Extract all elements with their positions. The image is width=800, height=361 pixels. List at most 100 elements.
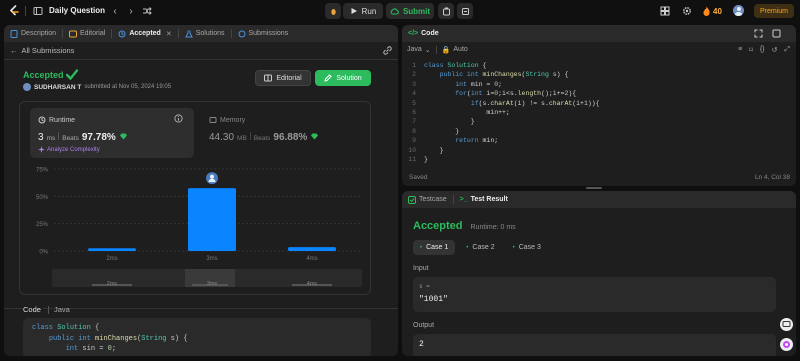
- bookmark-icon[interactable]: ⌑: [749, 46, 753, 54]
- language-select[interactable]: Java ⌄: [407, 46, 431, 54]
- tab-test-result[interactable]: >_ Test Result: [454, 191, 514, 208]
- tab-accepted[interactable]: Accepted ✕: [112, 25, 177, 42]
- problem-list-icon[interactable]: [33, 6, 43, 16]
- layout-icon[interactable]: [660, 6, 670, 16]
- runtime-beats-value: 97.78%: [81, 132, 116, 143]
- info-icon[interactable]: [174, 114, 183, 123]
- tab-accepted-label: Accepted: [129, 30, 161, 37]
- lock-icon: 🔒: [441, 46, 451, 54]
- editor-line[interactable]: 2 public int minChanges(String s) {: [402, 70, 796, 79]
- editor-statusbar: Saved Ln 4, Col 38: [402, 171, 796, 186]
- submitted-code: class Solution { public int minChanges(S…: [23, 318, 371, 356]
- editor-line[interactable]: 6 min++;: [402, 108, 796, 117]
- memory-beats-label: Beats: [253, 135, 271, 142]
- chart-bar[interactable]: [88, 248, 136, 251]
- braces-icon[interactable]: {}: [760, 46, 765, 53]
- book-icon: [264, 74, 273, 82]
- line-number: 6: [412, 108, 416, 116]
- case-tab-2[interactable]: • Case 2: [459, 240, 501, 255]
- editor-title: Code: [421, 30, 439, 37]
- tab-editorial[interactable]: Editorial: [63, 25, 111, 42]
- page-title[interactable]: Daily Question: [49, 6, 105, 15]
- leetcode-logo[interactable]: [8, 5, 20, 17]
- editorial-button[interactable]: Editorial: [255, 70, 311, 86]
- editor-line[interactable]: 10 }: [402, 146, 796, 155]
- runtime-distribution-chart: 75% 50% 25% 0% 2ms 3ms 4ms 2ms 3ms 4ms: [36, 168, 362, 287]
- output-label: Output: [413, 322, 435, 329]
- feedback-icon[interactable]: [780, 318, 793, 331]
- pass-dot-icon: •: [512, 244, 515, 251]
- timer-icon[interactable]: [438, 3, 454, 19]
- editor-line[interactable]: 1 class Solution {: [402, 61, 796, 70]
- editor-line[interactable]: 8 }: [402, 127, 796, 136]
- assistant-icon[interactable]: [780, 338, 793, 351]
- gem-icon: [119, 133, 127, 140]
- chart-bar[interactable]: [188, 188, 236, 251]
- result-tabbar: Testcase >_ Test Result: [402, 191, 796, 208]
- streak-count[interactable]: 40: [713, 7, 722, 16]
- editor-line[interactable]: 7 }: [402, 117, 796, 126]
- submit-button[interactable]: Submit: [386, 3, 434, 19]
- chevron-right-icon[interactable]: ›: [126, 6, 136, 17]
- navigator-label: 3ms: [207, 281, 218, 287]
- line-number: 8: [412, 127, 416, 135]
- analyze-label: Analyze Complexity: [47, 146, 100, 153]
- editor-line[interactable]: 11}: [402, 155, 796, 164]
- user-name[interactable]: SUDHARSAN T: [34, 84, 81, 91]
- back-link[interactable]: ← All Submissions: [10, 46, 74, 55]
- case-tab-1-label: Case 1: [426, 244, 449, 251]
- fullscreen-icon[interactable]: ⤢: [784, 46, 790, 54]
- input-var: s =: [419, 283, 430, 290]
- code-text: if(s.charAt(i) != s.charAt(i+1)){: [470, 99, 600, 107]
- solution-button[interactable]: Solution: [315, 70, 371, 86]
- chart-bar[interactable]: [288, 247, 336, 251]
- expand-icon[interactable]: [754, 29, 763, 38]
- shuffle-icon[interactable]: [142, 6, 152, 16]
- left-panel: Description Editorial Accepted ✕ Solutio…: [4, 25, 398, 356]
- link-icon[interactable]: [383, 46, 392, 55]
- line-number: 1: [412, 62, 416, 69]
- cloud-upload-icon: [390, 7, 399, 14]
- sparkle-icon: [38, 146, 45, 153]
- checkmark-icon: [65, 69, 78, 80]
- code-editor[interactable]: 1 class Solution {2 public int minChanges…: [402, 61, 796, 167]
- debug-button[interactable]: [325, 3, 341, 19]
- editor-tab-code[interactable]: </> Code: [402, 25, 445, 42]
- runtime-card[interactable]: Runtime 3 ms Beats 97.78% Analyze Comple…: [30, 108, 194, 158]
- submitter-row: SUDHARSAN T submitted at Nov 05, 2024 19…: [23, 83, 171, 91]
- result-status: Accepted: [413, 220, 463, 232]
- format-icon[interactable]: ≡: [738, 46, 742, 53]
- solution-button-label: Solution: [336, 74, 362, 82]
- tab-submissions[interactable]: Submissions: [232, 25, 295, 42]
- run-button[interactable]: Run: [343, 3, 383, 19]
- notes-icon[interactable]: [457, 3, 473, 19]
- editor-line[interactable]: 5 if(s.charAt(i) != s.charAt(i+1)){: [402, 99, 796, 108]
- close-tab-icon[interactable]: ✕: [166, 30, 172, 38]
- avatar[interactable]: [733, 5, 744, 16]
- y-tick-label: 50%: [36, 195, 49, 201]
- runtime-unit: ms: [46, 135, 56, 142]
- gear-icon[interactable]: [682, 6, 692, 16]
- reset-icon[interactable]: ↺: [772, 46, 778, 54]
- chevron-left-icon[interactable]: ‹: [110, 6, 120, 17]
- tab-description[interactable]: Description: [4, 25, 62, 42]
- case-tab-1[interactable]: • Case 1: [413, 240, 456, 255]
- x-tick-label: 3ms: [206, 256, 217, 262]
- autocomplete-mode[interactable]: Auto: [453, 46, 467, 53]
- memory-card[interactable]: Memory 44.30 MB Beats 96.88%: [201, 108, 365, 158]
- editor-line[interactable]: 9 return min;: [402, 136, 796, 145]
- editor-line[interactable]: 4 for(int i=0;i<s.length();i+=2){: [402, 89, 796, 98]
- tab-solutions[interactable]: Solutions: [179, 25, 231, 42]
- user-avatar[interactable]: [23, 83, 31, 91]
- editor-line[interactable]: 3 int min = 0;: [402, 80, 796, 89]
- case-tab-3[interactable]: • Case 3: [506, 240, 548, 255]
- resize-handle[interactable]: [586, 187, 602, 189]
- maximize-icon[interactable]: [772, 29, 781, 38]
- premium-button[interactable]: Premium: [754, 4, 794, 18]
- code-text: }: [424, 155, 428, 163]
- analyze-complexity-link[interactable]: Analyze Complexity: [38, 146, 100, 153]
- tab-testcase[interactable]: Testcase: [402, 191, 453, 208]
- code-text: public int minChanges(String s) {: [439, 71, 569, 79]
- line-number: 4: [412, 90, 416, 98]
- memory-beats-value: 96.88%: [273, 132, 308, 143]
